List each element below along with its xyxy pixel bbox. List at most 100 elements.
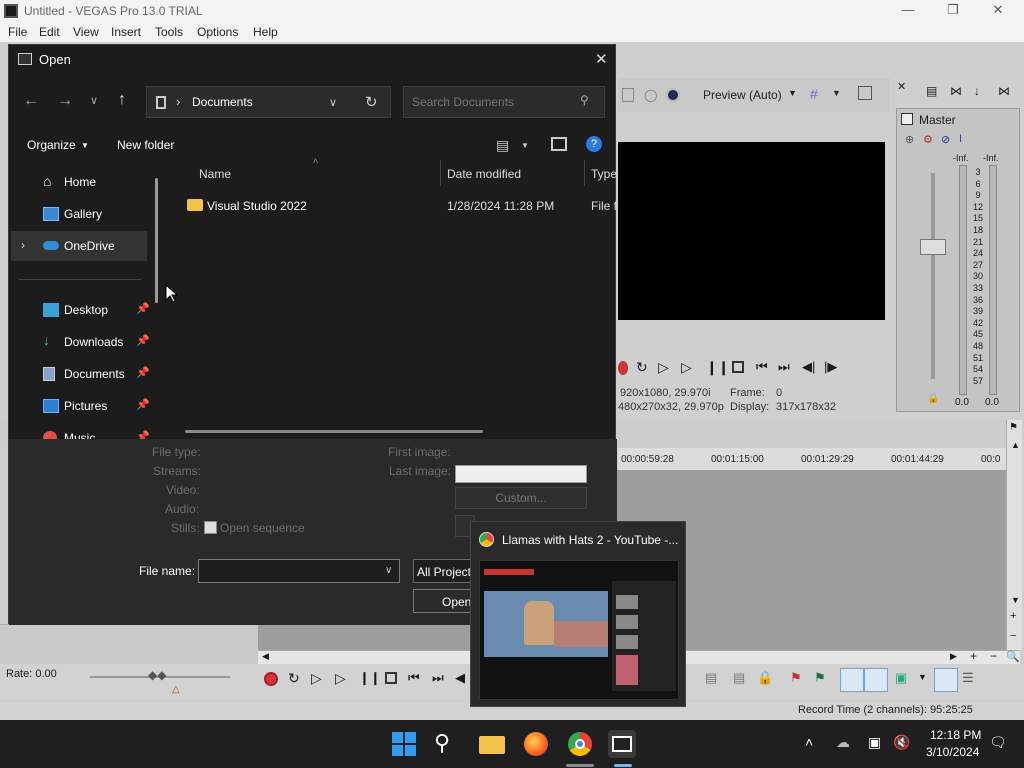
rate-slider-handle-icon[interactable]: ◆◆ (148, 668, 166, 682)
chrome-taskbar-icon[interactable] (566, 730, 594, 758)
nav-item-documents[interactable]: Documents 📌 (9, 359, 150, 389)
file-name-chevron-icon[interactable]: ∨ (385, 565, 392, 576)
snapping-icon[interactable]: ☰ (962, 670, 974, 686)
search-input[interactable] (412, 93, 572, 111)
menu-edit[interactable]: Edit (39, 25, 60, 39)
volume-muted-icon[interactable]: 🔇 (893, 734, 910, 751)
master-mute-icon[interactable]: ⊘ (941, 133, 950, 146)
lock-edit-icon[interactable]: 🔒 (757, 670, 773, 686)
scroll-left-icon[interactable]: ◀ (262, 651, 269, 662)
main-prev-frame-icon[interactable]: ◀ (455, 670, 465, 686)
file-name-field[interactable]: ∨ (198, 559, 400, 583)
main-pause-icon[interactable]: ❙❙ (359, 670, 381, 686)
master-solo-icon[interactable]: I (959, 133, 962, 145)
search-box[interactable]: ⚲ (403, 86, 605, 118)
refresh-icon[interactable]: ↻ (365, 93, 378, 111)
nav-scrollbar[interactable] (155, 178, 158, 303)
stop-icon[interactable] (732, 361, 744, 373)
file-row[interactable]: Visual Studio 2022 1/28/2024 11:28 PM Fi… (183, 190, 617, 220)
split-screen-icon[interactable]: ◯ (644, 88, 657, 102)
menu-help[interactable]: Help (253, 25, 278, 39)
column-header-name[interactable]: Name (199, 167, 231, 181)
start-button[interactable] (390, 730, 418, 758)
nav-item-pictures[interactable]: Pictures 📌 (9, 391, 150, 421)
nav-item-onedrive[interactable]: › OneDrive (11, 231, 147, 261)
menu-tools[interactable]: Tools (155, 25, 183, 39)
view-options-chevron-icon[interactable]: ▼ (521, 141, 529, 150)
preview-quality-icon[interactable] (666, 88, 680, 102)
insert-region-icon[interactable]: ⚑ (814, 670, 826, 686)
clock-date[interactable]: 3/10/2024 (926, 745, 979, 759)
scroll-down-icon[interactable]: ▼ (1011, 595, 1020, 605)
column-divider[interactable] (584, 160, 585, 186)
zoom-in-vertical-icon[interactable]: + (1010, 610, 1016, 622)
zoom-out-horizontal-icon[interactable]: − (990, 649, 997, 663)
forward-arrow-icon[interactable]: → (57, 92, 73, 110)
main-loop-icon[interactable]: ↻ (288, 670, 300, 687)
go-to-start-icon[interactable]: ⏮ (756, 359, 768, 375)
open-button[interactable]: Open (413, 589, 473, 613)
master-fader-handle[interactable] (920, 239, 946, 255)
nav-item-desktop[interactable]: Desktop 📌 (9, 295, 150, 325)
edit-tool-icon-1[interactable]: ▤ (705, 670, 717, 686)
nav-item-downloads[interactable]: ↓ Downloads 📌 (9, 327, 150, 357)
next-frame-icon[interactable]: |▶ (824, 359, 837, 375)
master-settings-icon[interactable]: ⚙ (923, 133, 933, 146)
menu-insert[interactable]: Insert (111, 25, 141, 39)
notifications-icon[interactable]: 🗨 (989, 734, 1007, 751)
scroll-right-icon[interactable]: ▶ (950, 651, 957, 662)
help-icon[interactable]: ? (586, 136, 602, 152)
back-arrow-icon[interactable]: ← (23, 92, 39, 110)
zoom-in-horizontal-icon[interactable]: + (970, 649, 977, 663)
mixer-icon-3[interactable]: ↓ (974, 84, 980, 98)
address-dropdown-chevron-icon[interactable]: ∨ (329, 96, 337, 109)
view-options-icon[interactable]: ▤ (496, 137, 509, 154)
marker-flag-icon[interactable]: ⚑ (1009, 422, 1018, 433)
main-go-start-icon[interactable]: ⏮ (408, 670, 420, 686)
auto-ripple-chevron-icon[interactable]: ▼ (918, 672, 927, 682)
mixer-icon-4[interactable]: ⋈ (998, 84, 1010, 98)
nav-item-music[interactable]: Music 📌 (9, 423, 149, 440)
show-hidden-icons-chevron-icon[interactable]: ˄ (805, 734, 813, 750)
auto-crossfade-button[interactable] (934, 668, 958, 692)
edit-tool-icon-2[interactable]: ▤ (733, 670, 745, 686)
menu-file[interactable]: File (8, 25, 27, 39)
search-icon[interactable]: ⚲ (580, 93, 589, 107)
file-name-input[interactable] (203, 563, 373, 579)
insert-marker-icon[interactable]: ⚑ (790, 670, 802, 686)
mixer-icon-1[interactable]: ▤ (926, 84, 937, 98)
recent-locations-chevron-icon[interactable]: ∨ (90, 94, 98, 107)
preview-pane-icon[interactable] (551, 137, 567, 151)
main-play-icon[interactable]: ▷ (335, 670, 346, 687)
loop-icon[interactable]: ↻ (636, 359, 648, 376)
custom-button[interactable]: Custom... (455, 487, 587, 509)
expand-chevron-icon[interactable]: › (21, 238, 25, 252)
zoom-tool-icon[interactable]: 🔍 (1006, 650, 1020, 663)
preview-settings-icon[interactable] (622, 88, 634, 102)
lock-icon[interactable]: 🔒 (927, 393, 939, 404)
play-from-start-icon[interactable]: ▷ (658, 359, 669, 376)
overlays-grid-icon[interactable]: # (810, 86, 818, 102)
onedrive-tray-icon[interactable]: ☁ (836, 734, 850, 751)
close-window-button[interactable]: ✕ (988, 2, 1008, 20)
normal-edit-tool-button[interactable] (840, 668, 864, 692)
organize-button[interactable]: Organize (27, 138, 76, 152)
zoom-out-vertical-icon[interactable]: − (1010, 630, 1016, 642)
nav-item-gallery[interactable]: Gallery (9, 199, 149, 229)
dock-close-icon[interactable]: ✕ (897, 80, 906, 93)
network-icon[interactable]: ▣ (868, 734, 881, 751)
minimize-button[interactable]: — (898, 2, 918, 20)
scroll-up-icon[interactable]: ▲ (1011, 440, 1020, 450)
main-record-icon[interactable] (264, 672, 278, 686)
clock-time[interactable]: 12:18 PM (930, 728, 981, 742)
main-play-start-icon[interactable]: ▷ (311, 670, 322, 687)
preview-mode-dropdown[interactable]: Preview (Auto) (703, 88, 782, 102)
record-icon[interactable] (618, 361, 628, 375)
chrome-taskbar-preview[interactable]: Llamas with Hats 2 - YouTube -... (470, 521, 686, 707)
mixer-icon-2[interactable]: ⋈ (950, 84, 962, 98)
maximize-button[interactable]: ❐ (943, 2, 963, 20)
dialog-close-icon[interactable]: ✕ (595, 50, 608, 68)
menu-options[interactable]: Options (197, 25, 238, 39)
main-go-end-icon[interactable]: ⏭ (432, 670, 444, 686)
file-type-filter-dropdown[interactable]: All Project (413, 559, 473, 583)
